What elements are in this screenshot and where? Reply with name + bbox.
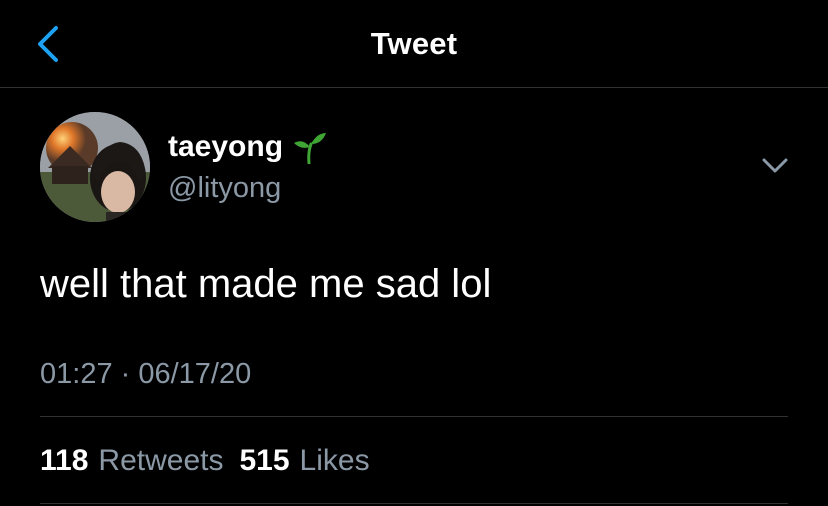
avatar[interactable] [40, 112, 150, 222]
retweets-stat[interactable]: 118 Retweets [40, 442, 223, 480]
display-name: taeyong [168, 130, 284, 163]
likes-stat[interactable]: 515 Likes [239, 442, 369, 480]
tweet-timestamp: 01:27 · 06/17/20 [40, 358, 252, 390]
chevron-down-icon [762, 158, 788, 173]
page-title: Tweet [370, 26, 458, 61]
retweets-label: Retweets [98, 444, 224, 477]
author-name-row[interactable]: taeyong [168, 128, 327, 166]
likes-label: Likes [299, 444, 370, 477]
tweet-stats: 118 Retweets 515 Likes [40, 442, 370, 480]
tweet-options-button[interactable] [756, 150, 794, 182]
divider [40, 503, 788, 504]
tweet-text: well that made me sad lol [40, 262, 492, 306]
author-handle[interactable]: @lityong [168, 170, 281, 206]
divider [40, 416, 788, 417]
likes-count: 515 [239, 444, 290, 477]
retweets-count: 118 [40, 444, 89, 477]
seedling-icon [294, 133, 327, 164]
profile-photo [40, 112, 150, 222]
top-navigation-bar: Tweet [0, 0, 828, 88]
